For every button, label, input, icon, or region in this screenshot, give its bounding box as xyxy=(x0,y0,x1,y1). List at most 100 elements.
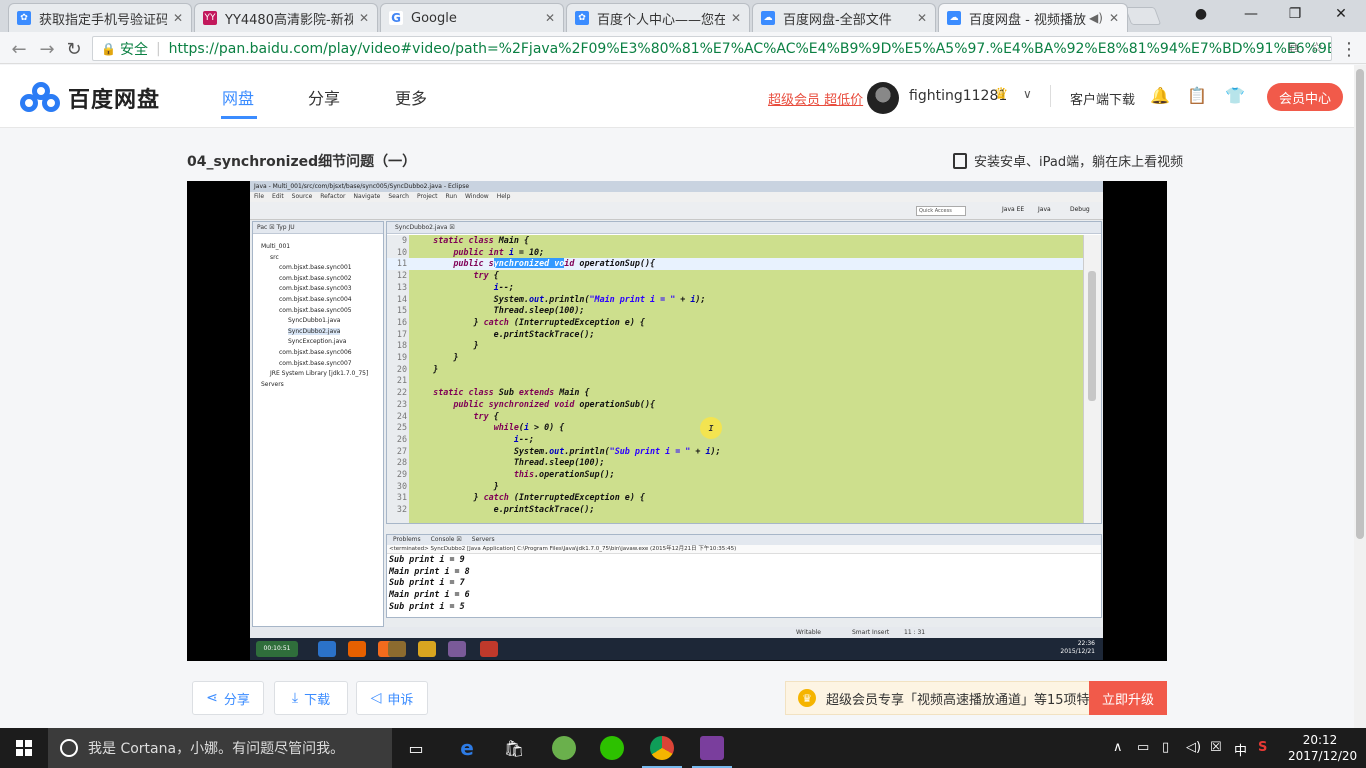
store-icon[interactable]: 🛍 xyxy=(502,736,526,760)
package-explorer-tabs: Pac ☒ Typ JU xyxy=(253,222,383,234)
mobile-hint-text: 安装安卓、iPad端，躺在床上看视频 xyxy=(974,155,1184,170)
video-player[interactable]: Java - Multi_001/src/com/bjsxt/base/sync… xyxy=(187,181,1167,661)
close-tab-icon[interactable]: ✕ xyxy=(917,11,927,25)
close-tab-icon[interactable]: ✕ xyxy=(545,11,555,25)
username[interactable]: fighting11281 xyxy=(909,88,1007,104)
crown-icon: ♛ xyxy=(994,84,1009,103)
restore-button[interactable]: ❐ xyxy=(1274,0,1316,28)
tablet-icon xyxy=(953,152,967,169)
reload-icon[interactable]: ↻ xyxy=(63,38,85,60)
browser-tab-active[interactable]: ☁ 百度网盘 - 视频播放 ◀) ✕ xyxy=(938,3,1128,32)
vip-center-button[interactable]: 会员中心 xyxy=(1267,83,1343,111)
nav-item-more[interactable]: 更多 xyxy=(395,85,427,109)
tab-title: 百度网盘 - 视频播放 xyxy=(969,12,1086,28)
tree-item-label: src xyxy=(270,253,279,261)
logo[interactable]: 百度网盘 xyxy=(20,82,160,114)
edge-icon[interactable]: e xyxy=(455,736,479,760)
logo-text: 百度网盘 xyxy=(68,88,161,113)
speaker-icon[interactable]: ◀) xyxy=(1089,11,1103,25)
sogou-icon[interactable]: S xyxy=(1258,740,1267,755)
share-button[interactable]: ⋖ 分享 xyxy=(192,681,264,715)
active-nav-indicator xyxy=(221,116,257,119)
bookmark-star-icon[interactable]: ☆ xyxy=(1310,40,1323,56)
vip-promo-link[interactable]: 超级会员 超低价 xyxy=(768,89,863,108)
avatar[interactable] xyxy=(867,82,899,114)
page-scrollbar[interactable] xyxy=(1354,65,1366,728)
tree-item-label: com.bjsxt.base.sync005 xyxy=(279,306,352,314)
tree-item: Multi_001 xyxy=(253,242,383,253)
upgrade-button[interactable]: 立即升级 xyxy=(1089,681,1167,715)
menu-icon[interactable]: ⋮ xyxy=(1338,38,1360,60)
eclipse-menu-item: Window xyxy=(465,193,489,200)
download-button[interactable]: ⤓ 下载 xyxy=(274,681,348,715)
forward-icon[interactable]: → xyxy=(36,38,58,60)
browser-tab[interactable]: G Google ✕ xyxy=(380,3,564,32)
minimize-button[interactable]: — xyxy=(1230,0,1272,28)
system-clock[interactable]: 20:12 2017/12/20 xyxy=(1288,732,1357,764)
tree-item-label: Servers xyxy=(261,380,284,388)
close-tab-icon[interactable]: ✕ xyxy=(359,11,369,25)
firefox-icon xyxy=(348,641,366,657)
app-icon[interactable] xyxy=(552,736,576,760)
battery-icon[interactable]: ▯ xyxy=(1162,740,1169,755)
nav-item-share[interactable]: 分享 xyxy=(308,85,340,109)
new-tab-button[interactable] xyxy=(1124,7,1162,25)
start-button[interactable] xyxy=(0,728,48,768)
tray-chevron-icon[interactable]: ∧ xyxy=(1113,740,1123,755)
tree-item: SyncDubbo1.java xyxy=(253,316,383,327)
browser-tab[interactable]: YY YY4480高清影院-新视 ✕ xyxy=(194,3,378,32)
tree-item: SyncException.java xyxy=(253,337,383,348)
close-window-button[interactable]: ✕ xyxy=(1320,0,1362,28)
bell-icon[interactable]: 🔔 xyxy=(1150,86,1170,105)
ime-indicator[interactable]: 中 xyxy=(1234,740,1247,759)
tree-item: com.bjsxt.base.sync006 xyxy=(253,348,383,359)
app-icon[interactable] xyxy=(700,736,724,760)
eclipse-menu-item: File xyxy=(254,193,265,200)
tree-item: JRE System Library [jdk1.7.0_75] xyxy=(253,369,383,380)
task-view-icon[interactable]: ▭ xyxy=(404,736,428,760)
browser-tab[interactable]: ☁ 百度网盘-全部文件 ✕ xyxy=(752,3,936,32)
video-title: 04_synchronized细节问题（一） xyxy=(187,154,417,170)
profile-icon[interactable]: ● xyxy=(1180,0,1222,28)
close-tab-icon[interactable]: ✕ xyxy=(1109,11,1119,25)
extension-icon[interactable]: ⧉ xyxy=(1288,40,1298,56)
mobile-app-hint[interactable]: 安装安卓、iPad端，躺在床上看视频 xyxy=(953,151,1183,170)
tree-item: com.bjsxt.base.sync002 xyxy=(253,274,383,285)
editor-tab: SyncDubbo2.java ☒ xyxy=(387,222,1101,234)
notification-icon[interactable]: ☒ xyxy=(1210,740,1222,755)
browser-tab[interactable]: ✿ 获取指定手机号验证码 ✕ xyxy=(8,3,192,32)
code-area: 9 static class Main { 10 public int i = … xyxy=(387,235,1083,523)
secure-label: 安全 xyxy=(119,41,148,58)
status-writable: Writable xyxy=(796,629,821,636)
wechat-icon[interactable] xyxy=(600,736,624,760)
network-icon[interactable]: ▭ xyxy=(1137,740,1149,755)
console-line: Main print i = 6 xyxy=(389,589,470,600)
close-tab-icon[interactable]: ✕ xyxy=(731,11,741,25)
console-line: Sub print i = 9 xyxy=(389,554,465,564)
package-explorer: Pac ☒ Typ JU Multi_001 src com.bjsxt.base.… xyxy=(252,221,384,627)
address-bar[interactable]: 🔒 安全 | https://pan.baidu.com/play/video#… xyxy=(92,36,1332,61)
mouse-cursor-highlight: I xyxy=(700,417,722,439)
report-button[interactable]: ◁ 申诉 xyxy=(356,681,428,715)
chrome-icon[interactable] xyxy=(650,736,674,760)
tree-item: Servers xyxy=(253,380,383,391)
close-tab-icon[interactable]: ✕ xyxy=(173,11,183,25)
site-header: 百度网盘 网盘 分享 更多 超级会员 超低价 fighting11281 ♛ ∨… xyxy=(0,65,1354,128)
cortana-search-box[interactable]: 我是 Cortana，小娜。有问题尽管问我。 xyxy=(48,728,392,768)
perspective-label: Java EE xyxy=(1002,206,1025,213)
back-icon[interactable]: ← xyxy=(8,38,30,60)
console-line: Main print i = 8 xyxy=(389,565,470,576)
eclipse-menu-bar: File Edit Source Refactor Navigate Searc… xyxy=(250,192,1103,202)
console-tab: Problems xyxy=(393,536,421,543)
chevron-down-icon[interactable]: ∨ xyxy=(1023,87,1032,101)
tshirt-icon[interactable]: 👕 xyxy=(1225,86,1245,105)
browser-tab[interactable]: ✿ 百度个人中心——您在 ✕ xyxy=(566,3,750,32)
clipboard-icon[interactable]: 📋 xyxy=(1187,86,1207,105)
client-download-link[interactable]: 客户端下载 xyxy=(1070,89,1135,108)
volume-icon[interactable]: ◁) xyxy=(1186,740,1201,755)
nav-item-netdisk[interactable]: 网盘 xyxy=(222,85,254,109)
code-editor: SyncDubbo2.java ☒ 9 static class Main { … xyxy=(386,221,1102,524)
tab-title: 百度个人中心——您在 xyxy=(597,12,725,28)
tree-item: com.bjsxt.base.sync004 xyxy=(253,295,383,306)
tree-item-label: com.bjsxt.base.sync001 xyxy=(279,264,352,272)
